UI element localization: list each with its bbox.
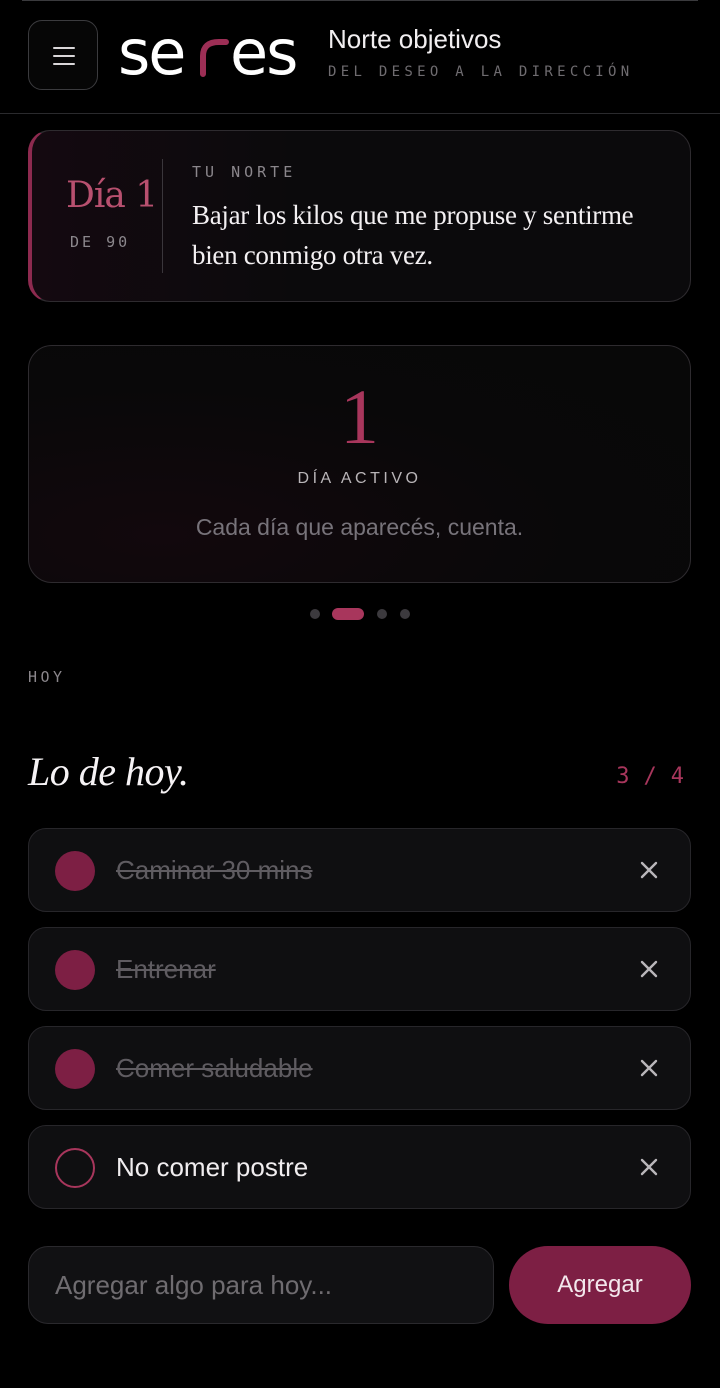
add-task-input[interactable] (28, 1246, 494, 1324)
active-days-card[interactable]: 1 DÍA ACTIVO Cada día que aparecés, cuen… (28, 345, 691, 583)
section-label: HOY (28, 668, 66, 686)
task-checkbox-checked[interactable] (55, 1049, 95, 1089)
seres-logo: se es (118, 26, 298, 82)
task-label: Entrenar (116, 954, 216, 984)
close-icon[interactable] (636, 1154, 662, 1180)
task-item: Entrenar (28, 927, 691, 1011)
active-days-subtitle: Cada día que aparecés, cuenta. (195, 514, 524, 540)
card-divider (162, 159, 163, 273)
day-total: DE 90 (70, 233, 131, 251)
today-title: Lo de hoy. (28, 749, 189, 794)
carousel-dot[interactable] (377, 609, 387, 619)
task-checkbox-checked[interactable] (55, 950, 95, 990)
task-label: Comer saludable (116, 1053, 313, 1083)
north-label: TU NORTE (192, 163, 297, 181)
menu-button[interactable] (28, 20, 98, 90)
hamburger-icon (53, 47, 75, 49)
task-item: Caminar 30 mins (28, 828, 691, 912)
svg-text:es: es (230, 26, 296, 82)
carousel-dot[interactable] (400, 609, 410, 619)
task-label: Caminar 30 mins (116, 855, 313, 885)
close-icon[interactable] (636, 857, 662, 883)
task-item: No comer postre (28, 1125, 691, 1209)
app-subtitle: DEL DESEO A LA DIRECCIÓN (328, 64, 634, 80)
add-task-button[interactable]: Agregar (509, 1246, 691, 1324)
task-progress-count: 3 / 4 (610, 764, 692, 789)
close-icon[interactable] (636, 956, 662, 982)
done-count: 3 (616, 764, 632, 789)
count-separator: / (643, 764, 659, 789)
active-days-label: DÍA ACTIVO (297, 470, 422, 487)
carousel-dot-active[interactable] (332, 608, 364, 620)
close-icon[interactable] (636, 1055, 662, 1081)
carousel-indicator (0, 608, 720, 620)
day-number: Día 1 (66, 175, 158, 216)
task-label: No comer postre (116, 1152, 309, 1182)
north-card: Día 1 DE 90 TU NORTE Bajar los kilos que… (28, 130, 691, 302)
app-header: se es Norte objetivos DEL DESEO A LA DIR… (0, 0, 720, 114)
total-count: 4 (670, 764, 686, 789)
task-checkbox-checked[interactable] (55, 851, 95, 891)
north-goal-text: Bajar los kilos que me propuse y sentirm… (192, 200, 634, 270)
carousel-dot[interactable] (310, 609, 320, 619)
task-checkbox-unchecked[interactable] (55, 1148, 95, 1188)
app-title: Norte objetivos (328, 24, 502, 54)
task-item: Comer saludable (28, 1026, 691, 1110)
svg-text:se: se (118, 26, 184, 82)
active-days-number: 1 (340, 373, 379, 460)
